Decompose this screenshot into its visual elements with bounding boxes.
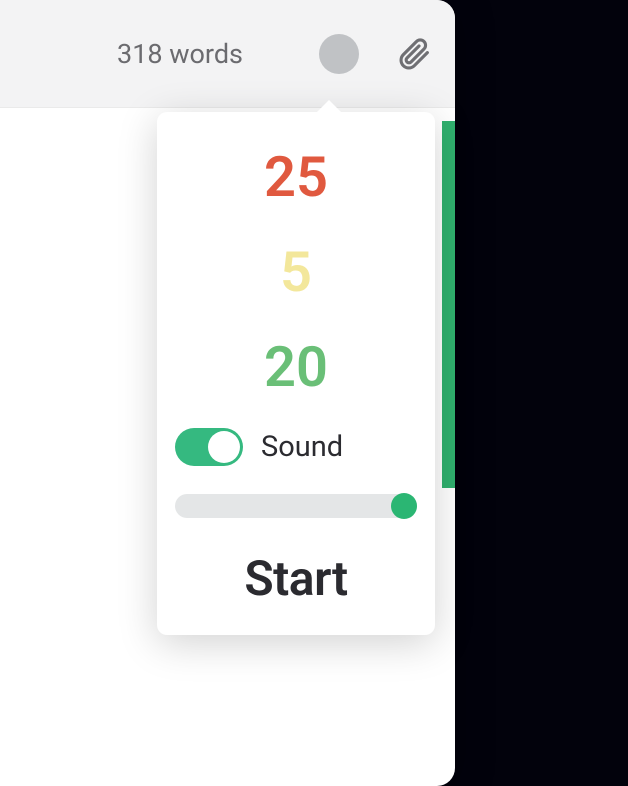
work-duration[interactable]: 25 — [157, 130, 435, 225]
paperclip-icon[interactable] — [397, 37, 431, 71]
timer-duration-list: 25 5 20 — [157, 130, 435, 416]
pomodoro-timer-button[interactable] — [319, 34, 359, 74]
slider-thumb[interactable] — [391, 493, 417, 519]
toolbar: 318 words — [0, 0, 455, 108]
pomodoro-popover: 25 5 20 Sound Start — [157, 112, 435, 635]
start-button[interactable]: Start — [157, 532, 435, 635]
sound-toggle[interactable] — [175, 428, 243, 466]
short-break-duration[interactable]: 5 — [157, 225, 435, 320]
word-count: 318 words — [117, 38, 243, 70]
volume-slider-row — [157, 476, 435, 532]
sound-label: Sound — [261, 430, 343, 464]
toggle-knob — [208, 431, 240, 463]
volume-slider[interactable] — [175, 494, 417, 518]
long-break-duration[interactable]: 20 — [157, 320, 435, 415]
sound-row: Sound — [157, 416, 435, 476]
